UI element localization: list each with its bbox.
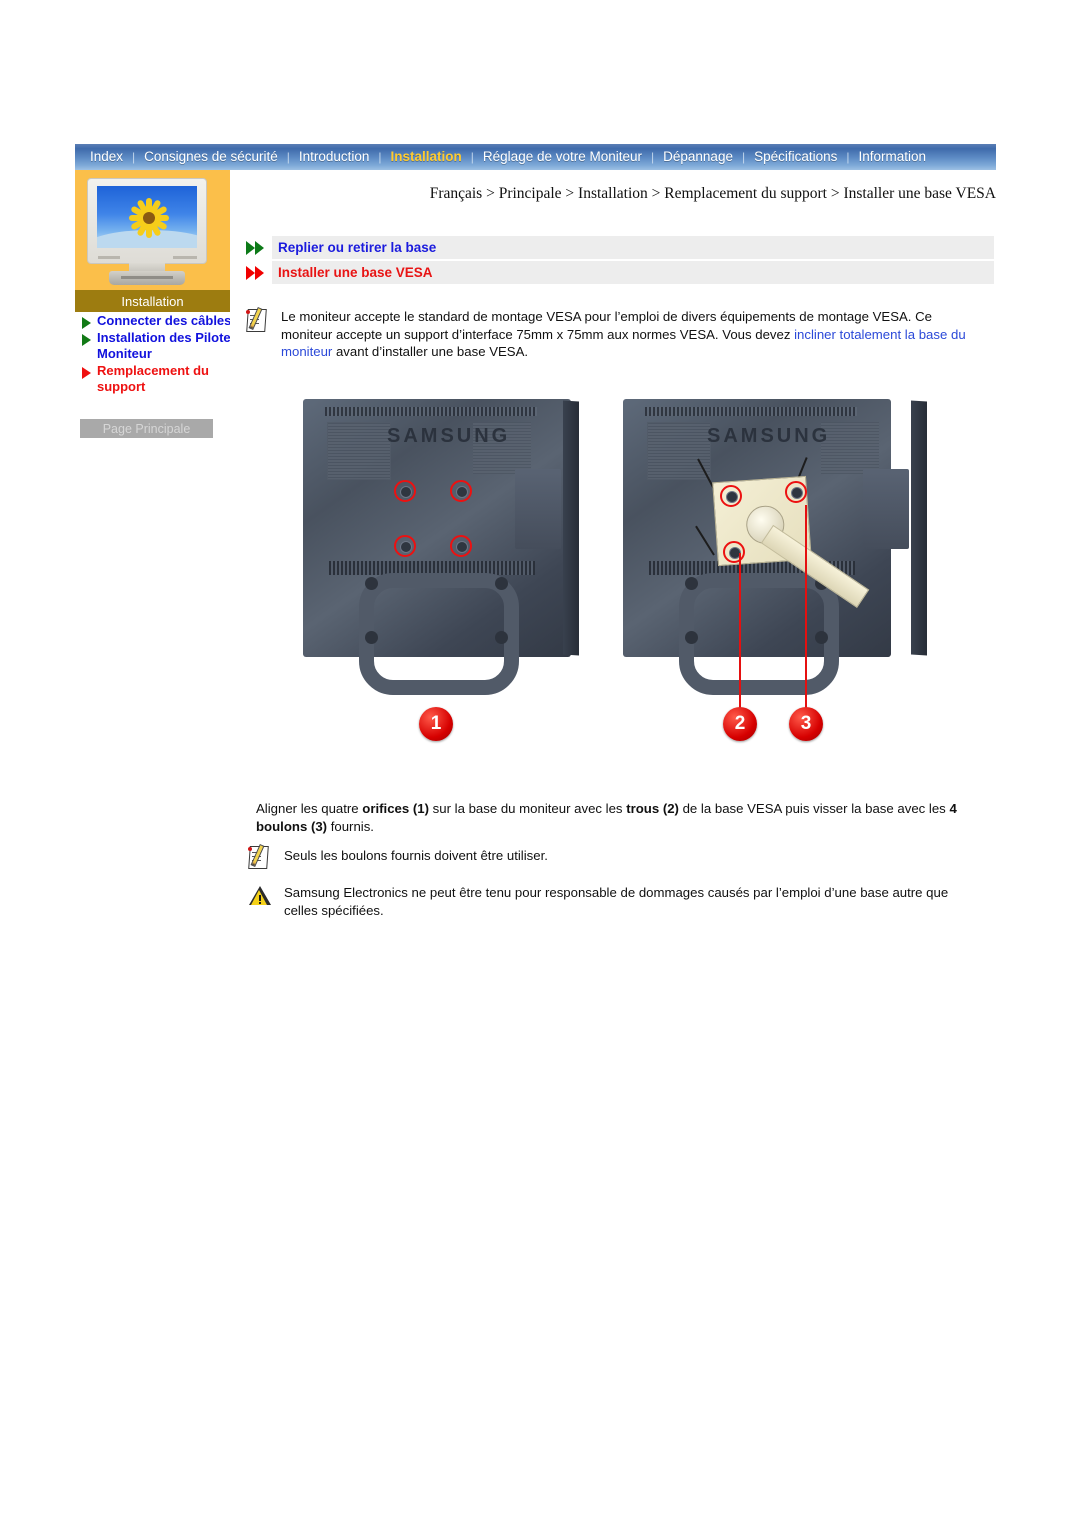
help-page: Index | Consignes de sécurité | Introduc… [0, 0, 1080, 1528]
leader-line-2 [739, 553, 741, 708]
sunflower-icon [127, 196, 171, 240]
sidebar-item-label: Installation des Pilotes Moniteur [97, 330, 238, 361]
double-arrow-right-icon [246, 240, 270, 255]
instruction-b2: trous (2) [626, 801, 679, 816]
step-badge-2: 2 [723, 707, 757, 741]
sidebar-section-title-label: Installation [121, 293, 184, 309]
double-arrow-right-icon [246, 265, 270, 280]
nav-item-reglage-de-votre-moniteur[interactable]: Réglage de votre Moniteur [474, 150, 651, 164]
instruction-paragraph: Aligner les quatre orifices (1) sur la b… [256, 800, 976, 836]
vesa-hole [720, 485, 742, 507]
intro-paragraph: Le moniteur accepte le standard de monta… [281, 308, 981, 361]
intro-text-part2: avant d’installer une base VESA. [332, 344, 529, 359]
link-row-installer-une-base-vesa[interactable]: Installer une base VESA [244, 261, 994, 284]
warning-triangle-icon [248, 884, 274, 908]
sidebar-item-remplacement-du-support[interactable]: Remplacement du support [79, 363, 239, 395]
sidebar-item-installation-des-pilotes-moniteur[interactable]: Installation des Pilotes Moniteur [79, 330, 239, 362]
warning-text: Samsung Electronics ne peut être tenu po… [284, 885, 949, 918]
monitor-model-mark [173, 256, 197, 259]
vesa-hole [723, 541, 745, 563]
link-label: Replier ou retirer la base [278, 240, 437, 255]
nav-item-consignes-de-securite[interactable]: Consignes de sécurité [135, 150, 287, 164]
monitor-sunflower-thumbnail [87, 178, 207, 286]
monitor-brand-mark [98, 256, 120, 259]
instruction-s3: de la base VESA puis visser la base avec… [678, 801, 950, 816]
page-principale-button[interactable]: Page Principale [80, 419, 213, 438]
nav-separator: | [470, 150, 474, 164]
note-icon [245, 306, 271, 332]
nav-item-installation[interactable]: Installation [382, 150, 471, 164]
instruction-b1: orifices (1) [362, 801, 429, 816]
crt-screen [97, 186, 197, 248]
link-label: Installer une base VESA [278, 265, 433, 280]
instruction-s1: Aligner les quatre [256, 801, 363, 816]
link-row-replier-ou-retirer-la-base[interactable]: Replier ou retirer la base [244, 236, 994, 259]
figure-vesa-plate-mounted: SAMSUNG 2 3 [617, 395, 927, 757]
nav-item-depannage[interactable]: Dépannage [654, 150, 742, 164]
vesa-hole [785, 481, 807, 503]
figure-monitor-back-holes: SAMSUNG 1 [297, 395, 579, 757]
vesa-hole [450, 480, 472, 502]
sidebar-item-label: Connecter des câbles [97, 313, 232, 328]
sidebar-item-label: Remplacement du support [97, 363, 209, 394]
note-text: Seuls les boulons fournis doivent être u… [284, 848, 548, 863]
nav-item-introduction[interactable]: Introduction [290, 150, 379, 164]
step-badge-1: 1 [419, 707, 453, 741]
note-icon [247, 843, 273, 869]
sidebar-menu: Connecter des câbles Installation des Pi… [79, 313, 239, 396]
nav-separator: | [651, 150, 655, 164]
vesa-hole [450, 535, 472, 557]
instruction-s4: fournis. [327, 819, 374, 834]
triangle-right-icon [82, 367, 91, 379]
vesa-hole [394, 535, 416, 557]
instruction-s2: sur la base du moniteur avec les [429, 801, 627, 816]
nav-separator: | [741, 150, 746, 164]
main-navigation: Index | Consignes de sécurité | Introduc… [75, 144, 996, 170]
nav-item-specifications[interactable]: Spécifications [745, 150, 846, 164]
sidebar-item-connecter-des-cables[interactable]: Connecter des câbles [79, 313, 239, 329]
vesa-hole [394, 480, 416, 502]
leader-line-3 [805, 505, 807, 708]
triangle-right-icon [82, 334, 91, 346]
triangle-right-icon [82, 317, 91, 329]
nav-separator: | [286, 150, 290, 164]
nav-separator: | [378, 150, 382, 164]
nav-item-index[interactable]: Index [81, 150, 132, 164]
samsung-logo: SAMSUNG [707, 425, 831, 447]
samsung-logo: SAMSUNG [387, 425, 511, 447]
nav-item-information[interactable]: Information [850, 150, 936, 164]
nav-separator: | [846, 150, 850, 164]
crt-monitor-body [87, 178, 207, 264]
breadcrumb: Français > Principale > Installation > R… [429, 185, 996, 202]
nav-separator: | [132, 150, 136, 164]
step-badge-3: 3 [789, 707, 823, 741]
page-principale-label: Page Principale [102, 421, 191, 436]
crt-base-detail [121, 276, 173, 279]
sidebar-section-title: Installation [75, 290, 230, 312]
